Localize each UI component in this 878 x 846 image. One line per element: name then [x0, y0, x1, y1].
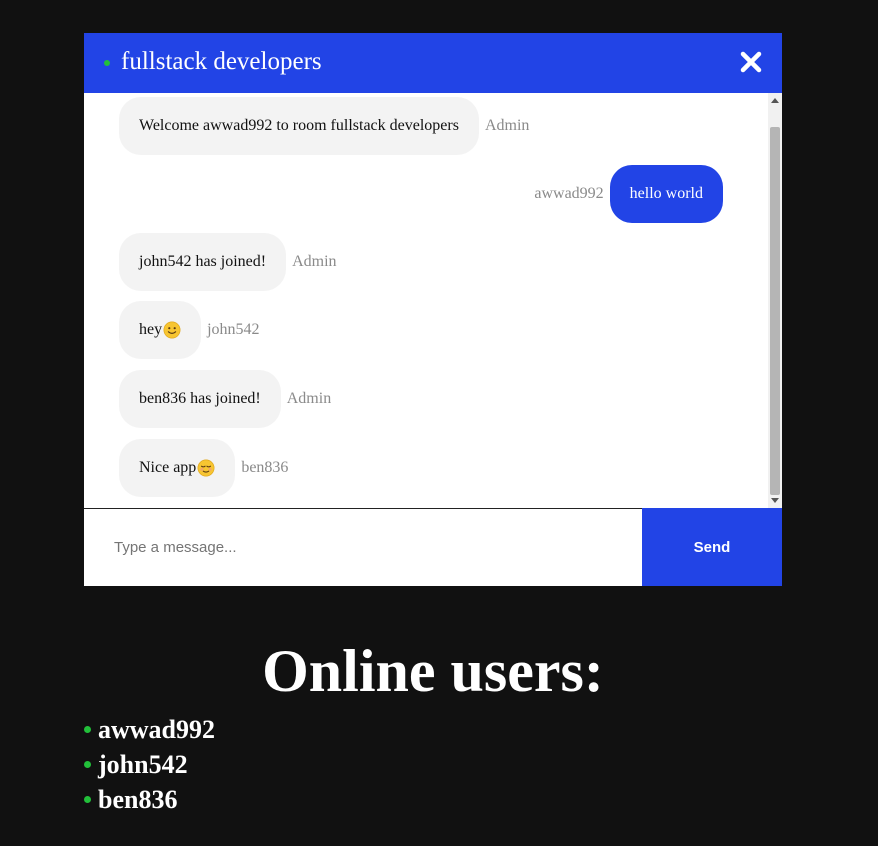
message-input[interactable]	[84, 509, 642, 586]
message-sender: Admin	[292, 253, 337, 270]
online-user-name: awwad992	[98, 714, 216, 744]
message-text: john542 has joined!	[139, 253, 267, 270]
online-user-item: ben836	[84, 782, 215, 817]
online-status-dot	[84, 796, 91, 803]
online-status-dot	[104, 60, 110, 66]
send-button[interactable]: Send	[642, 508, 782, 586]
message-text: hello world	[629, 185, 703, 202]
message-sender: Admin	[286, 390, 332, 407]
close-icon[interactable]	[740, 51, 762, 73]
message-text: Welcome awwad992 to room fullstack devel…	[139, 117, 459, 134]
online-user-name: john542	[98, 749, 188, 779]
online-users-heading: Online users:	[262, 638, 604, 704]
message-text: Nice app	[139, 459, 197, 476]
message-composer: Send	[84, 508, 782, 586]
message-sender: ben836	[241, 459, 289, 476]
message-row: hey john542	[119, 301, 260, 359]
message-sender: Admin	[484, 117, 530, 134]
scroll-thumb[interactable]	[770, 127, 780, 495]
message-text: hey	[139, 321, 163, 338]
online-users-list: awwad992 john542 ben836	[84, 712, 215, 817]
chat-window: fullstack developers Welcome awwad992 to…	[84, 33, 782, 586]
message-bubble-own: hello world	[609, 165, 723, 223]
message-sender: john542	[207, 321, 260, 338]
online-status-dot	[84, 761, 91, 768]
scroll-up-arrow-icon[interactable]	[771, 98, 779, 103]
message-bubble: Nice app	[119, 439, 236, 497]
message-bubble: ben836 has joined!	[119, 370, 281, 428]
message-bubble: hey	[119, 301, 202, 359]
message-row: Nice app ben836	[119, 439, 288, 497]
room-title: fullstack developers	[121, 48, 322, 75]
message-row: john542 has joined! Admin	[119, 233, 337, 291]
smiling-face-emoji	[163, 321, 181, 339]
chat-header: fullstack developers	[84, 33, 782, 93]
message-text: ben836 has joined!	[139, 390, 261, 407]
message-bubble: Welcome awwad992 to room fullstack devel…	[119, 97, 479, 155]
message-row: ben836 has joined! Admin	[119, 370, 331, 428]
message-list: Welcome awwad992 to room fullstack devel…	[84, 93, 768, 508]
online-user-name: ben836	[98, 784, 178, 814]
online-status-dot	[84, 726, 91, 733]
online-user-item: john542	[84, 747, 215, 782]
online-user-item: awwad992	[84, 712, 215, 747]
message-row: Welcome awwad992 to room fullstack devel…	[119, 97, 529, 155]
relieved-face-emoji	[197, 459, 215, 477]
message-bubble: john542 has joined!	[119, 233, 287, 291]
message-sender: awwad992	[534, 185, 604, 202]
message-row: awwad992 hello world	[534, 165, 723, 223]
scroll-down-arrow-icon[interactable]	[771, 498, 779, 503]
messages-scrollbar[interactable]	[768, 93, 782, 508]
